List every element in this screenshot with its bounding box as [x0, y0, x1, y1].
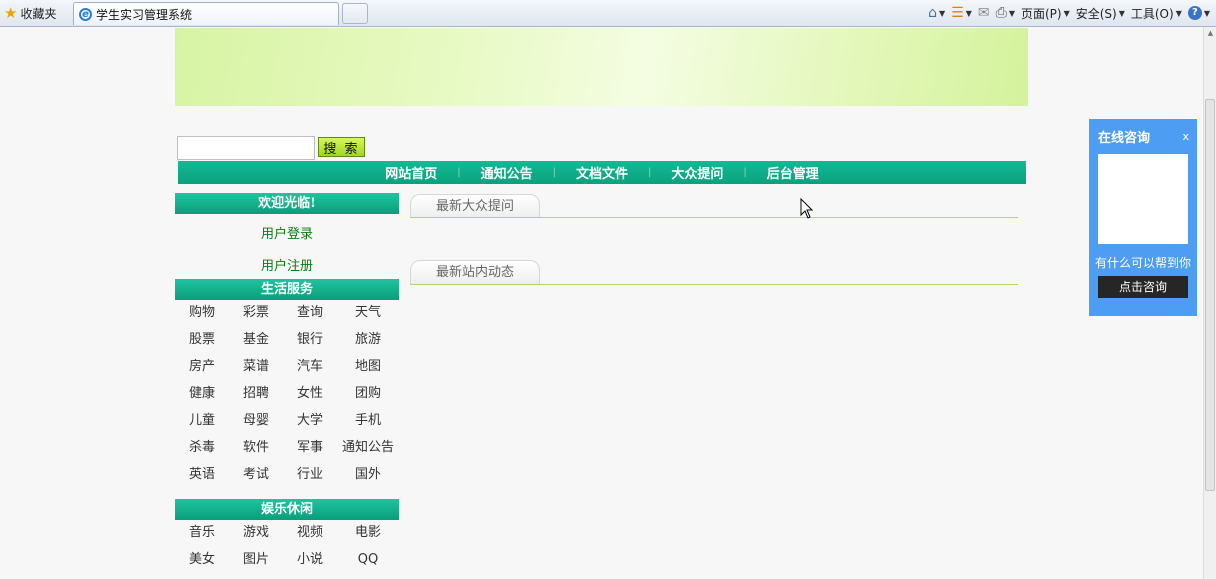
mail-icon: ✉	[977, 5, 990, 21]
scroll-up-icon[interactable]: ▲	[1206, 29, 1215, 37]
login-link[interactable]: 用户登录	[175, 223, 399, 242]
tab-title: 学生实习管理系统	[96, 7, 193, 22]
life-service-link[interactable]: 通知公告	[337, 434, 399, 461]
consult-prompt: 有什么可以帮到你	[1094, 256, 1191, 270]
life-service-link[interactable]: 国外	[337, 461, 399, 488]
life-service-link[interactable]: 团购	[337, 380, 399, 407]
life-service-link[interactable]: 旅游	[337, 326, 399, 353]
latest-news-tab[interactable]: 最新站内动态	[410, 260, 540, 284]
home-button[interactable]: ⌂ ▼	[928, 5, 945, 21]
close-icon[interactable]: x	[1182, 130, 1189, 143]
life-service-link[interactable]: 大学	[283, 407, 337, 434]
life-services-grid: 购物 彩票 查询 天气股票 基金 银行 旅游房产 菜谱 汽车 地图健康 招聘 女性 团购儿童 母婴 大学 手机…	[175, 299, 399, 488]
star-icon: ★	[4, 3, 18, 22]
entertainment-link[interactable]: 音乐	[175, 519, 229, 546]
favorites-label: 收藏夹	[20, 6, 57, 21]
section-divider	[410, 217, 1018, 218]
life-service-link[interactable]: 手机	[337, 407, 399, 434]
nav-questions[interactable]: 大众提问	[651, 163, 743, 182]
life-service-link[interactable]: 杀毒	[175, 434, 229, 461]
life-service-link[interactable]: 彩票	[229, 299, 283, 326]
life-service-link[interactable]: 菜谱	[229, 353, 283, 380]
entertainment-link[interactable]: 美女	[175, 546, 229, 573]
life-service-link[interactable]: 银行	[283, 326, 337, 353]
help-button[interactable]: ? ▼	[1187, 6, 1210, 20]
online-consult-widget: 在线咨询 x 有什么可以帮到你 点击咨询	[1089, 119, 1197, 316]
chevron-down-icon: ▼	[965, 8, 972, 18]
ie-icon: e	[79, 7, 92, 21]
chevron-down-icon: ▼	[1175, 8, 1182, 18]
life-service-link[interactable]: 女性	[283, 380, 337, 407]
section-divider	[410, 284, 1018, 285]
page-menu[interactable]: 页面(P) ▼	[1021, 5, 1070, 22]
life-service-link[interactable]: 购物	[175, 299, 229, 326]
printer-icon: ⎙	[995, 5, 1007, 21]
life-service-link[interactable]: 考试	[229, 461, 283, 488]
tools-menu[interactable]: 工具(O) ▼	[1131, 5, 1182, 22]
consult-title: 在线咨询	[1098, 131, 1151, 146]
chevron-down-icon: ▼	[1063, 8, 1070, 18]
chevron-down-icon: ▼	[1008, 8, 1015, 18]
register-link[interactable]: 用户注册	[175, 255, 399, 274]
safety-menu-label: 安全(S)	[1075, 6, 1117, 21]
new-tab-button[interactable]	[342, 3, 368, 24]
vertical-scrollbar[interactable]: ▲	[1203, 27, 1216, 579]
rss-icon: ☰	[951, 5, 964, 21]
life-service-link[interactable]: 儿童	[175, 407, 229, 434]
search-input[interactable]	[177, 136, 315, 160]
life-service-link[interactable]: 军事	[283, 434, 337, 461]
safety-menu[interactable]: 安全(S) ▼	[1076, 5, 1125, 22]
consult-button[interactable]: 点击咨询	[1098, 276, 1188, 298]
life-service-link[interactable]: 英语	[175, 461, 229, 488]
life-service-link[interactable]: 汽车	[283, 353, 337, 380]
home-icon: ⌂	[928, 5, 937, 21]
help-icon: ?	[1187, 6, 1202, 20]
nav-home[interactable]: 网站首页	[365, 163, 457, 182]
life-service-link[interactable]: 软件	[229, 434, 283, 461]
life-service-link[interactable]: 健康	[175, 380, 229, 407]
feeds-button[interactable]: ☰ ▼	[951, 5, 972, 21]
life-service-link[interactable]: 地图	[337, 353, 399, 380]
life-service-link[interactable]: 招聘	[229, 380, 283, 407]
entertainment-link[interactable]: 游戏	[229, 519, 283, 546]
chevron-down-icon: ▼	[1203, 8, 1210, 18]
favorites-button[interactable]: ★ 收藏夹	[4, 4, 56, 22]
site-banner	[175, 28, 1028, 106]
life-service-link[interactable]: 房产	[175, 353, 229, 380]
command-bar: ⌂ ▼ ☰ ▼ ✉ ⎙ ▼ 页面(P) ▼ 安全(S) ▼ 工具(O) ▼ ? ▼	[928, 2, 1210, 24]
life-service-link[interactable]: 天气	[337, 299, 399, 326]
search-button[interactable]: 搜 索	[318, 137, 365, 157]
entertainment-link[interactable]: 小说	[283, 546, 337, 573]
browser-toolbar: ★ 收藏夹 e 学生实习管理系统 ⌂ ▼ ☰ ▼ ✉ ⎙ ▼ 页面(P) ▼ 安全(S)…	[0, 0, 1216, 27]
nav-documents[interactable]: 文档文件	[556, 163, 648, 182]
nav-notices[interactable]: 通知公告	[461, 163, 553, 182]
mail-button[interactable]: ✉	[978, 5, 990, 21]
life-service-link[interactable]: 基金	[229, 326, 283, 353]
life-service-link[interactable]: 查询	[283, 299, 337, 326]
latest-questions-tab[interactable]: 最新大众提问	[410, 194, 540, 218]
nav-admin[interactable]: 后台管理	[747, 163, 839, 182]
entertainment-grid: 音乐 游戏 视频 电影美女 图片 小说 QQ	[175, 519, 399, 573]
welcome-header: 欢迎光临!	[175, 193, 399, 214]
life-service-link[interactable]: 股票	[175, 326, 229, 353]
page-menu-label: 页面(P)	[1020, 6, 1062, 21]
life-service-link[interactable]: 行业	[283, 461, 337, 488]
tools-menu-label: 工具(O)	[1130, 6, 1174, 21]
entertainment-link[interactable]: QQ	[337, 546, 399, 573]
life-service-link[interactable]: 母婴	[229, 407, 283, 434]
entertainment-header: 娱乐休闲	[175, 499, 399, 520]
browser-tab-active[interactable]: e 学生实习管理系统	[73, 2, 339, 25]
chevron-down-icon: ▼	[1118, 8, 1125, 18]
chevron-down-icon: ▼	[939, 8, 946, 18]
main-nav: 网站首页 | 通知公告 | 文档文件 | 大众提问 | 后台管理	[178, 161, 1026, 184]
entertainment-link[interactable]: 图片	[229, 546, 283, 573]
entertainment-link[interactable]: 视频	[283, 519, 337, 546]
print-button[interactable]: ⎙ ▼	[996, 5, 1015, 21]
life-services-header: 生活服务	[175, 279, 399, 300]
consult-image	[1098, 154, 1188, 244]
scrollbar-thumb[interactable]	[1205, 99, 1215, 491]
entertainment-link[interactable]: 电影	[337, 519, 399, 546]
mouse-cursor-icon	[800, 198, 814, 219]
